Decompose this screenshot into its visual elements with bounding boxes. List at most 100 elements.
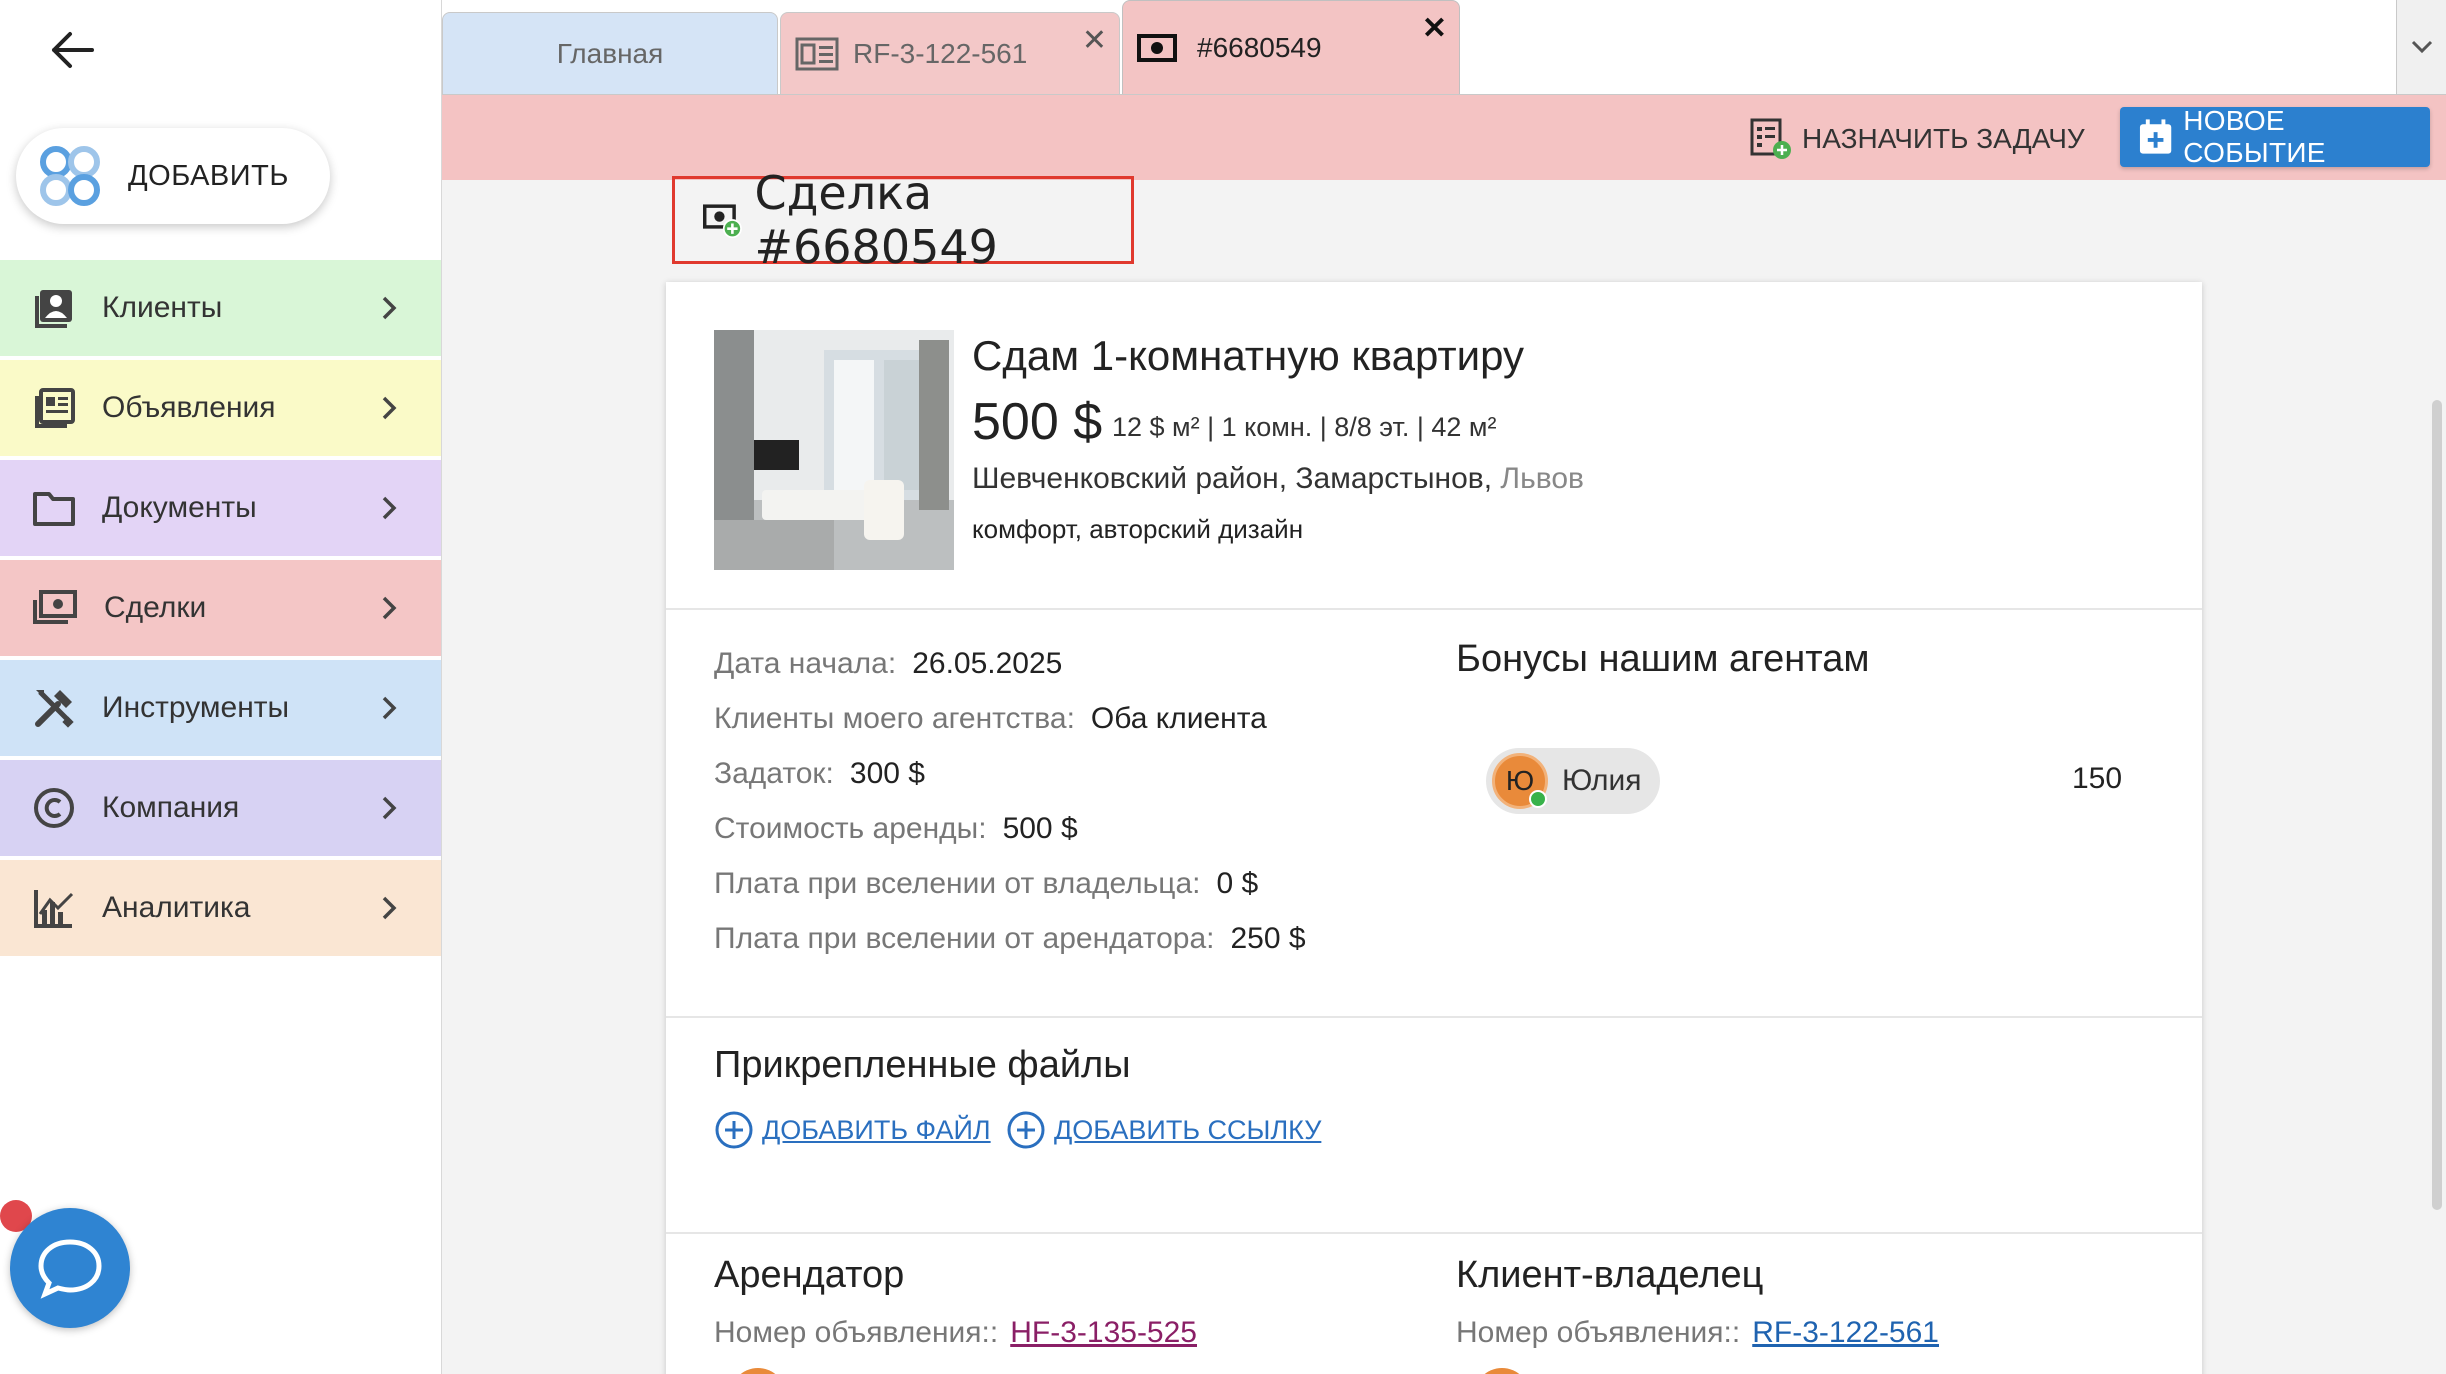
bonus-amount: 150	[2072, 762, 2123, 795]
deal-add-icon	[703, 204, 742, 239]
tools-icon	[35, 690, 74, 728]
agent-name: Юлия	[1562, 764, 1642, 797]
info-key: Плата при вселении от арендатора:	[714, 921, 1215, 955]
info-row-start-date: Дата начала: 26.05.2025	[714, 636, 1306, 691]
tenant-listing-link[interactable]: HF-3-135-525	[1010, 1316, 1197, 1350]
avatar-initial: Ю	[1505, 765, 1535, 796]
owner-listing-link[interactable]: RF-3-122-561	[1752, 1316, 1939, 1350]
info-row-deposit: Задаток: 300 $	[714, 746, 1306, 801]
attached-files-title: Прикрепленные файлы	[714, 1044, 1131, 1086]
info-row-owner-fee: Плата при вселении от владельца: 0 $	[714, 856, 1306, 911]
close-tab-icon[interactable]: ✕	[1082, 23, 1107, 58]
owner-listing-label: Номер объявления::	[1456, 1316, 1741, 1349]
tab-label: #6680549	[1197, 31, 1322, 63]
chat-button[interactable]	[10, 1208, 130, 1328]
add-link-label: ДОБАВИТЬ ССЫЛКУ	[1054, 1114, 1322, 1145]
sidebar-item-label: Объявления	[102, 391, 276, 424]
avatar[interactable]	[730, 1368, 786, 1374]
sidebar-item-label: Инструменты	[102, 691, 290, 724]
tenant-title: Арендатор	[714, 1254, 905, 1296]
tab-deal[interactable]: #6680549 ✕	[1122, 0, 1460, 94]
assign-task-label: НАЗНАЧИТЬ ЗАДАЧУ	[1802, 123, 2085, 154]
scrollbar[interactable]	[2432, 400, 2442, 1210]
tab-home[interactable]: Главная	[442, 12, 778, 94]
plus-circle-icon	[1007, 1111, 1045, 1149]
avatar: Ю	[1492, 753, 1548, 809]
chat-bubble-icon	[38, 1239, 102, 1299]
listing-title[interactable]: Сдам 1-комнатную квартиру	[972, 332, 1524, 380]
plus-circle-icon	[715, 1111, 753, 1149]
calendar-add-icon	[2139, 119, 2172, 154]
chevron-right-icon	[382, 396, 397, 420]
deal-info: Дата начала: 26.05.2025 Клиенты моего аг…	[714, 636, 1306, 966]
info-value: 26.05.2025	[912, 646, 1063, 680]
sidebar-item-company[interactable]: Компания	[0, 760, 441, 856]
online-status-dot	[1529, 790, 1547, 808]
back-button[interactable]	[44, 22, 100, 78]
cash-icon	[1137, 33, 1177, 62]
add-file-link[interactable]: ДОБАВИТЬ ФАЙЛ	[714, 1110, 991, 1150]
add-link-link[interactable]: ДОБАВИТЬ ССЫЛКУ	[1006, 1110, 1321, 1150]
sidebar-item-deals[interactable]: Сделки	[0, 560, 441, 656]
listing-address: Шевченковский район, Замарстынов, Львов	[972, 462, 1584, 496]
info-value: Оба клиента	[1090, 701, 1267, 735]
chevron-down-icon	[2411, 40, 2432, 54]
listing-photo[interactable]	[714, 330, 954, 570]
info-row-agency-clients: Клиенты моего агентства: Оба клиента	[714, 691, 1306, 746]
listing-price: 500 $	[972, 393, 1103, 451]
chevron-right-icon	[382, 496, 397, 520]
new-event-button[interactable]: НОВОЕ СОБЫТИЕ	[2120, 105, 2430, 168]
bonus-section-title: Бонусы нашим агентам	[1456, 638, 1870, 680]
info-row-tenant-fee: Плата при вселении от арендатора: 250 $	[714, 911, 1306, 966]
info-value: 250 $	[1230, 921, 1306, 955]
sidebar-item-listings[interactable]: Объявления	[0, 360, 441, 456]
avatar[interactable]	[1474, 1368, 1530, 1374]
add-button[interactable]: ДОБАВИТЬ	[16, 128, 330, 224]
sidebar-item-tools[interactable]: Инструменты	[0, 660, 441, 756]
chevron-right-icon	[382, 696, 397, 720]
sidebar-item-documents[interactable]: Документы	[0, 460, 441, 556]
deal-title: Сделка #6680549	[754, 166, 998, 274]
cash-icon	[33, 590, 77, 624]
sidebar-item-clients[interactable]: Клиенты	[0, 260, 441, 356]
add-button-label: ДОБАВИТЬ	[128, 159, 289, 192]
new-event-label: НОВОЕ СОБЫТИЕ	[2183, 105, 2326, 168]
add-file-label: ДОБАВИТЬ ФАЙЛ	[762, 1114, 991, 1145]
info-value: 300 $	[849, 756, 925, 790]
sidebar-item-label: Компания	[102, 791, 240, 824]
agent-chip[interactable]: Ю Юлия	[1486, 748, 1660, 814]
listing-city: Львов	[1500, 462, 1584, 495]
sidebar-item-label: Клиенты	[102, 291, 223, 324]
info-row-rent-cost: Стоимость аренды: 500 $	[714, 801, 1306, 856]
tab-bar: Главная RF-3-122-561 ✕ #6680549 ✕	[442, 0, 2446, 94]
tenant-listing-label: Номер объявления::	[714, 1316, 999, 1349]
listing-details: 12 $ м² | 1 комн. | 8/8 эт. | 42 м²	[1112, 412, 1497, 442]
info-value: 500 $	[1002, 811, 1078, 845]
copyright-icon	[34, 788, 74, 828]
sidebar-nav: Клиенты Объявления Документы Сделки Инст…	[0, 260, 441, 960]
chevron-right-icon	[382, 796, 397, 820]
chevron-right-icon	[382, 596, 397, 620]
action-bar: НАЗНАЧИТЬ ЗАДАЧУ НОВОЕ СОБЫТИЕ	[442, 94, 2446, 180]
page-title: Сделка #6680549	[672, 166, 1134, 274]
listing-features: комфорт, авторский дизайн	[972, 514, 1304, 544]
divider	[666, 1016, 2202, 1018]
sidebar-item-label: Аналитика	[102, 891, 251, 924]
info-key: Дата начала:	[714, 646, 897, 680]
tabs-dropdown-button[interactable]	[2396, 0, 2446, 94]
listing-address-text: Шевченковский район, Замарстынов,	[972, 462, 1493, 495]
sidebar-item-analytics[interactable]: Аналитика	[0, 860, 441, 956]
tab-label: Главная	[556, 37, 664, 69]
close-tab-icon[interactable]: ✕	[1422, 11, 1447, 46]
listing-card-icon	[795, 37, 839, 70]
tab-label: RF-3-122-561	[853, 37, 1028, 69]
folder-icon	[33, 492, 75, 526]
divider	[666, 608, 2202, 610]
assign-task-button[interactable]: НАЗНАЧИТЬ ЗАДАЧУ	[1748, 113, 2085, 165]
tab-listing-rf[interactable]: RF-3-122-561 ✕	[780, 12, 1120, 94]
contacts-icon	[35, 290, 72, 328]
info-value: 0 $	[1216, 866, 1259, 900]
owner-listing-row: Номер объявления:: RF-3-122-561	[1456, 1316, 1939, 1350]
sidebar-item-label: Сделки	[104, 591, 207, 624]
listings-icon	[35, 388, 75, 428]
